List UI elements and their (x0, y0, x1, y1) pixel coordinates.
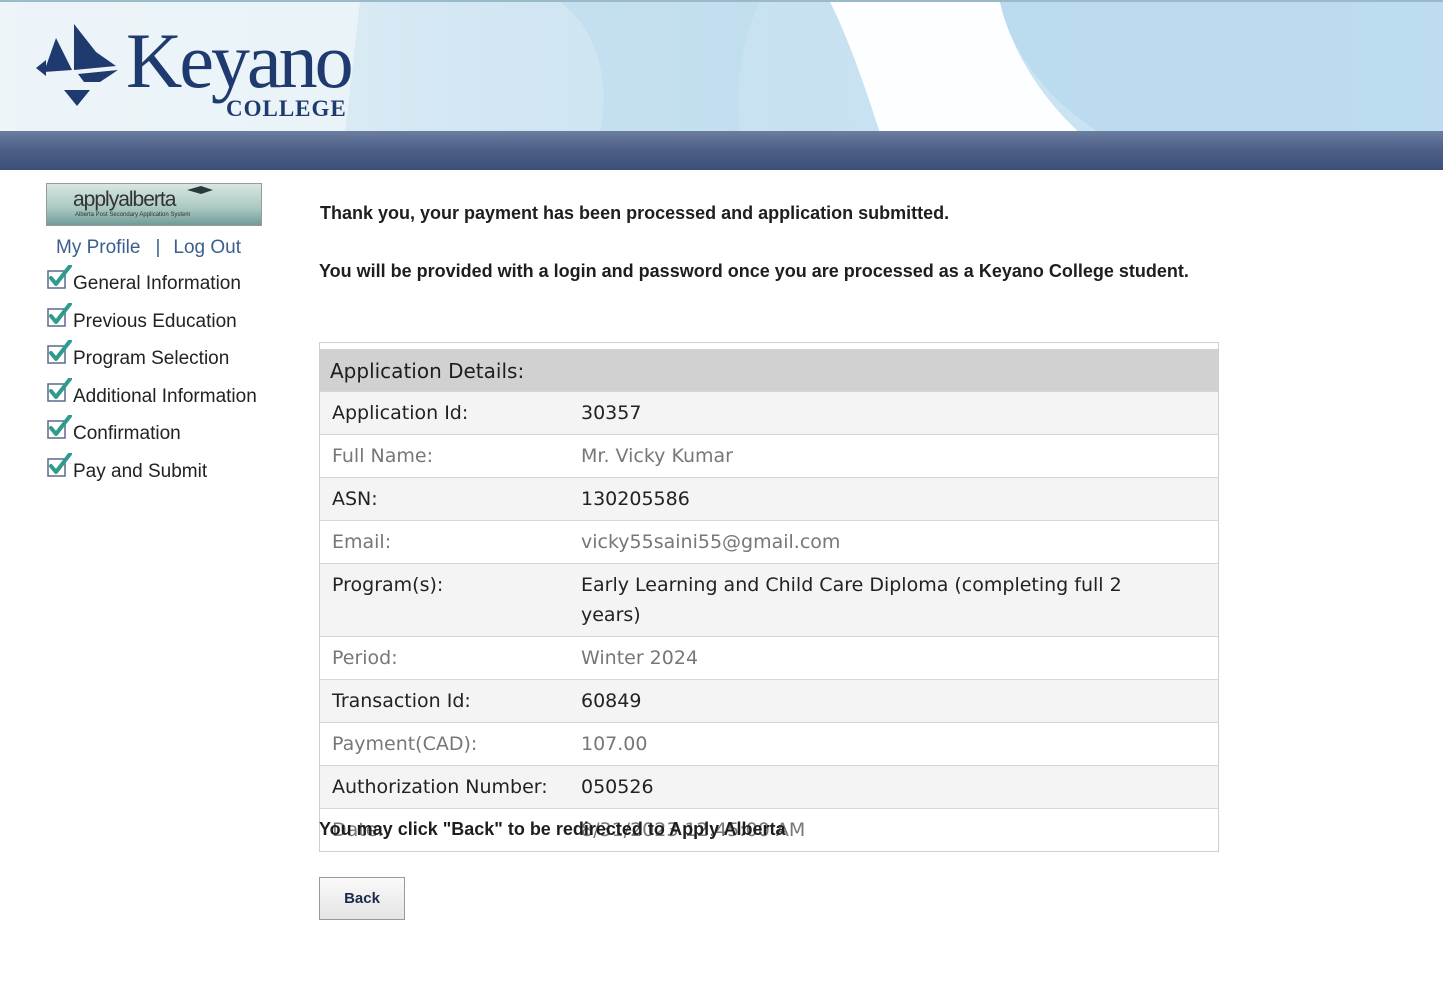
row-label: Transaction Id: (332, 690, 471, 712)
table-row: ASN: 130205586 (320, 477, 1218, 520)
step-label: General Information (73, 273, 241, 294)
row-value: 30357 (581, 402, 642, 424)
login-notice: You will be provided with a login and pa… (319, 261, 1189, 281)
row-value: Mr. Vicky Kumar (581, 445, 733, 467)
grad-cap-icon (187, 186, 213, 194)
main-content: Thank you, your payment has been process… (319, 199, 1219, 920)
row-label: Email: (332, 531, 392, 553)
apply-alberta-word: applyalberta (73, 188, 176, 211)
table-row: Transaction Id: 60849 (320, 679, 1218, 722)
checkmark-icon (47, 377, 72, 402)
redirect-note: You may click "Back" to be redirected to… (319, 819, 786, 839)
table-row: Program(s): Early Learning and Child Care… (320, 563, 1218, 636)
details-heading: Application Details: (320, 343, 1218, 391)
back-button[interactable]: Back (319, 877, 405, 920)
checkmark-icon (47, 415, 72, 439)
row-label: Program(s): (332, 574, 444, 596)
table-row: Email: vicky55saini55@gmail.com (320, 520, 1218, 563)
step-pay-and-submit[interactable]: Pay and Submit (46, 452, 276, 491)
checkmark-icon (47, 302, 72, 327)
row-value: Winter 2024 (581, 647, 699, 669)
table-row: Payment(CAD): 107.00 (320, 722, 1218, 765)
header-bar (0, 131, 1443, 170)
log-out-link[interactable]: Log Out (173, 237, 241, 258)
row-label: Authorization Number: (332, 776, 548, 798)
step-previous-education[interactable]: Previous Education (46, 302, 276, 341)
row-label: Full Name: (332, 445, 433, 467)
step-label: Pay and Submit (73, 460, 208, 482)
brand-word: Keyano (126, 17, 354, 104)
application-steps: General Information Previous Education P… (46, 265, 276, 490)
brand-subtitle: COLLEGE (226, 96, 347, 121)
step-general-information[interactable]: General Information (46, 265, 276, 303)
table-row: Application Id: 30357 (320, 391, 1218, 434)
keyano-emblem-icon (36, 24, 118, 106)
account-links: My Profile | Log Out (46, 237, 276, 259)
checkmark-icon (47, 265, 72, 289)
step-program-selection[interactable]: Program Selection (46, 340, 276, 378)
thank-you-message: Thank you, your payment has been process… (320, 203, 950, 223)
row-value: 60849 (581, 690, 642, 712)
step-label: Confirmation (73, 423, 181, 444)
row-label: Period: (332, 647, 398, 669)
row-value: 050526 (581, 776, 654, 798)
table-row: Period: Winter 2024 (320, 636, 1218, 679)
row-value: Early Learning and Child Care Diploma (c… (581, 574, 1122, 626)
checkmark-icon (47, 452, 72, 477)
details-rows: Application Id: 30357 Full Name: Mr. Vicky… (320, 391, 1218, 851)
header-banner: Keyano COLLEGE (0, 0, 1443, 131)
apply-alberta-subtitle: Alberta Post Secondary Application Syste… (75, 212, 191, 218)
checkmark-icon (47, 340, 72, 364)
apply-alberta-logo[interactable]: applyalberta Alberta Post Secondary Appl… (46, 183, 262, 226)
sidebar: applyalberta Alberta Post Secondary Appl… (46, 183, 276, 490)
keyano-logo: Keyano COLLEGE (34, 20, 354, 125)
row-label: Application Id: (332, 402, 469, 424)
application-details-table: Application Details: Application Id: 3035… (319, 342, 1219, 852)
table-row: Full Name: Mr. Vicky Kumar (320, 434, 1218, 477)
step-additional-information[interactable]: Additional Information (46, 377, 276, 416)
row-label: Payment(CAD): (332, 733, 478, 755)
step-confirmation[interactable]: Confirmation (46, 415, 276, 453)
row-value: 107.00 (581, 733, 648, 755)
step-label: Previous Education (73, 310, 237, 332)
step-label: Additional Information (73, 385, 257, 407)
step-label: Program Selection (73, 348, 230, 369)
my-profile-link[interactable]: My Profile (56, 237, 140, 258)
table-row: Authorization Number: 050526 (320, 765, 1218, 808)
row-value: 130205586 (581, 488, 690, 510)
link-separator: | (155, 237, 161, 258)
row-value: vicky55saini55@gmail.com (581, 531, 841, 553)
row-label: ASN: (332, 488, 378, 510)
